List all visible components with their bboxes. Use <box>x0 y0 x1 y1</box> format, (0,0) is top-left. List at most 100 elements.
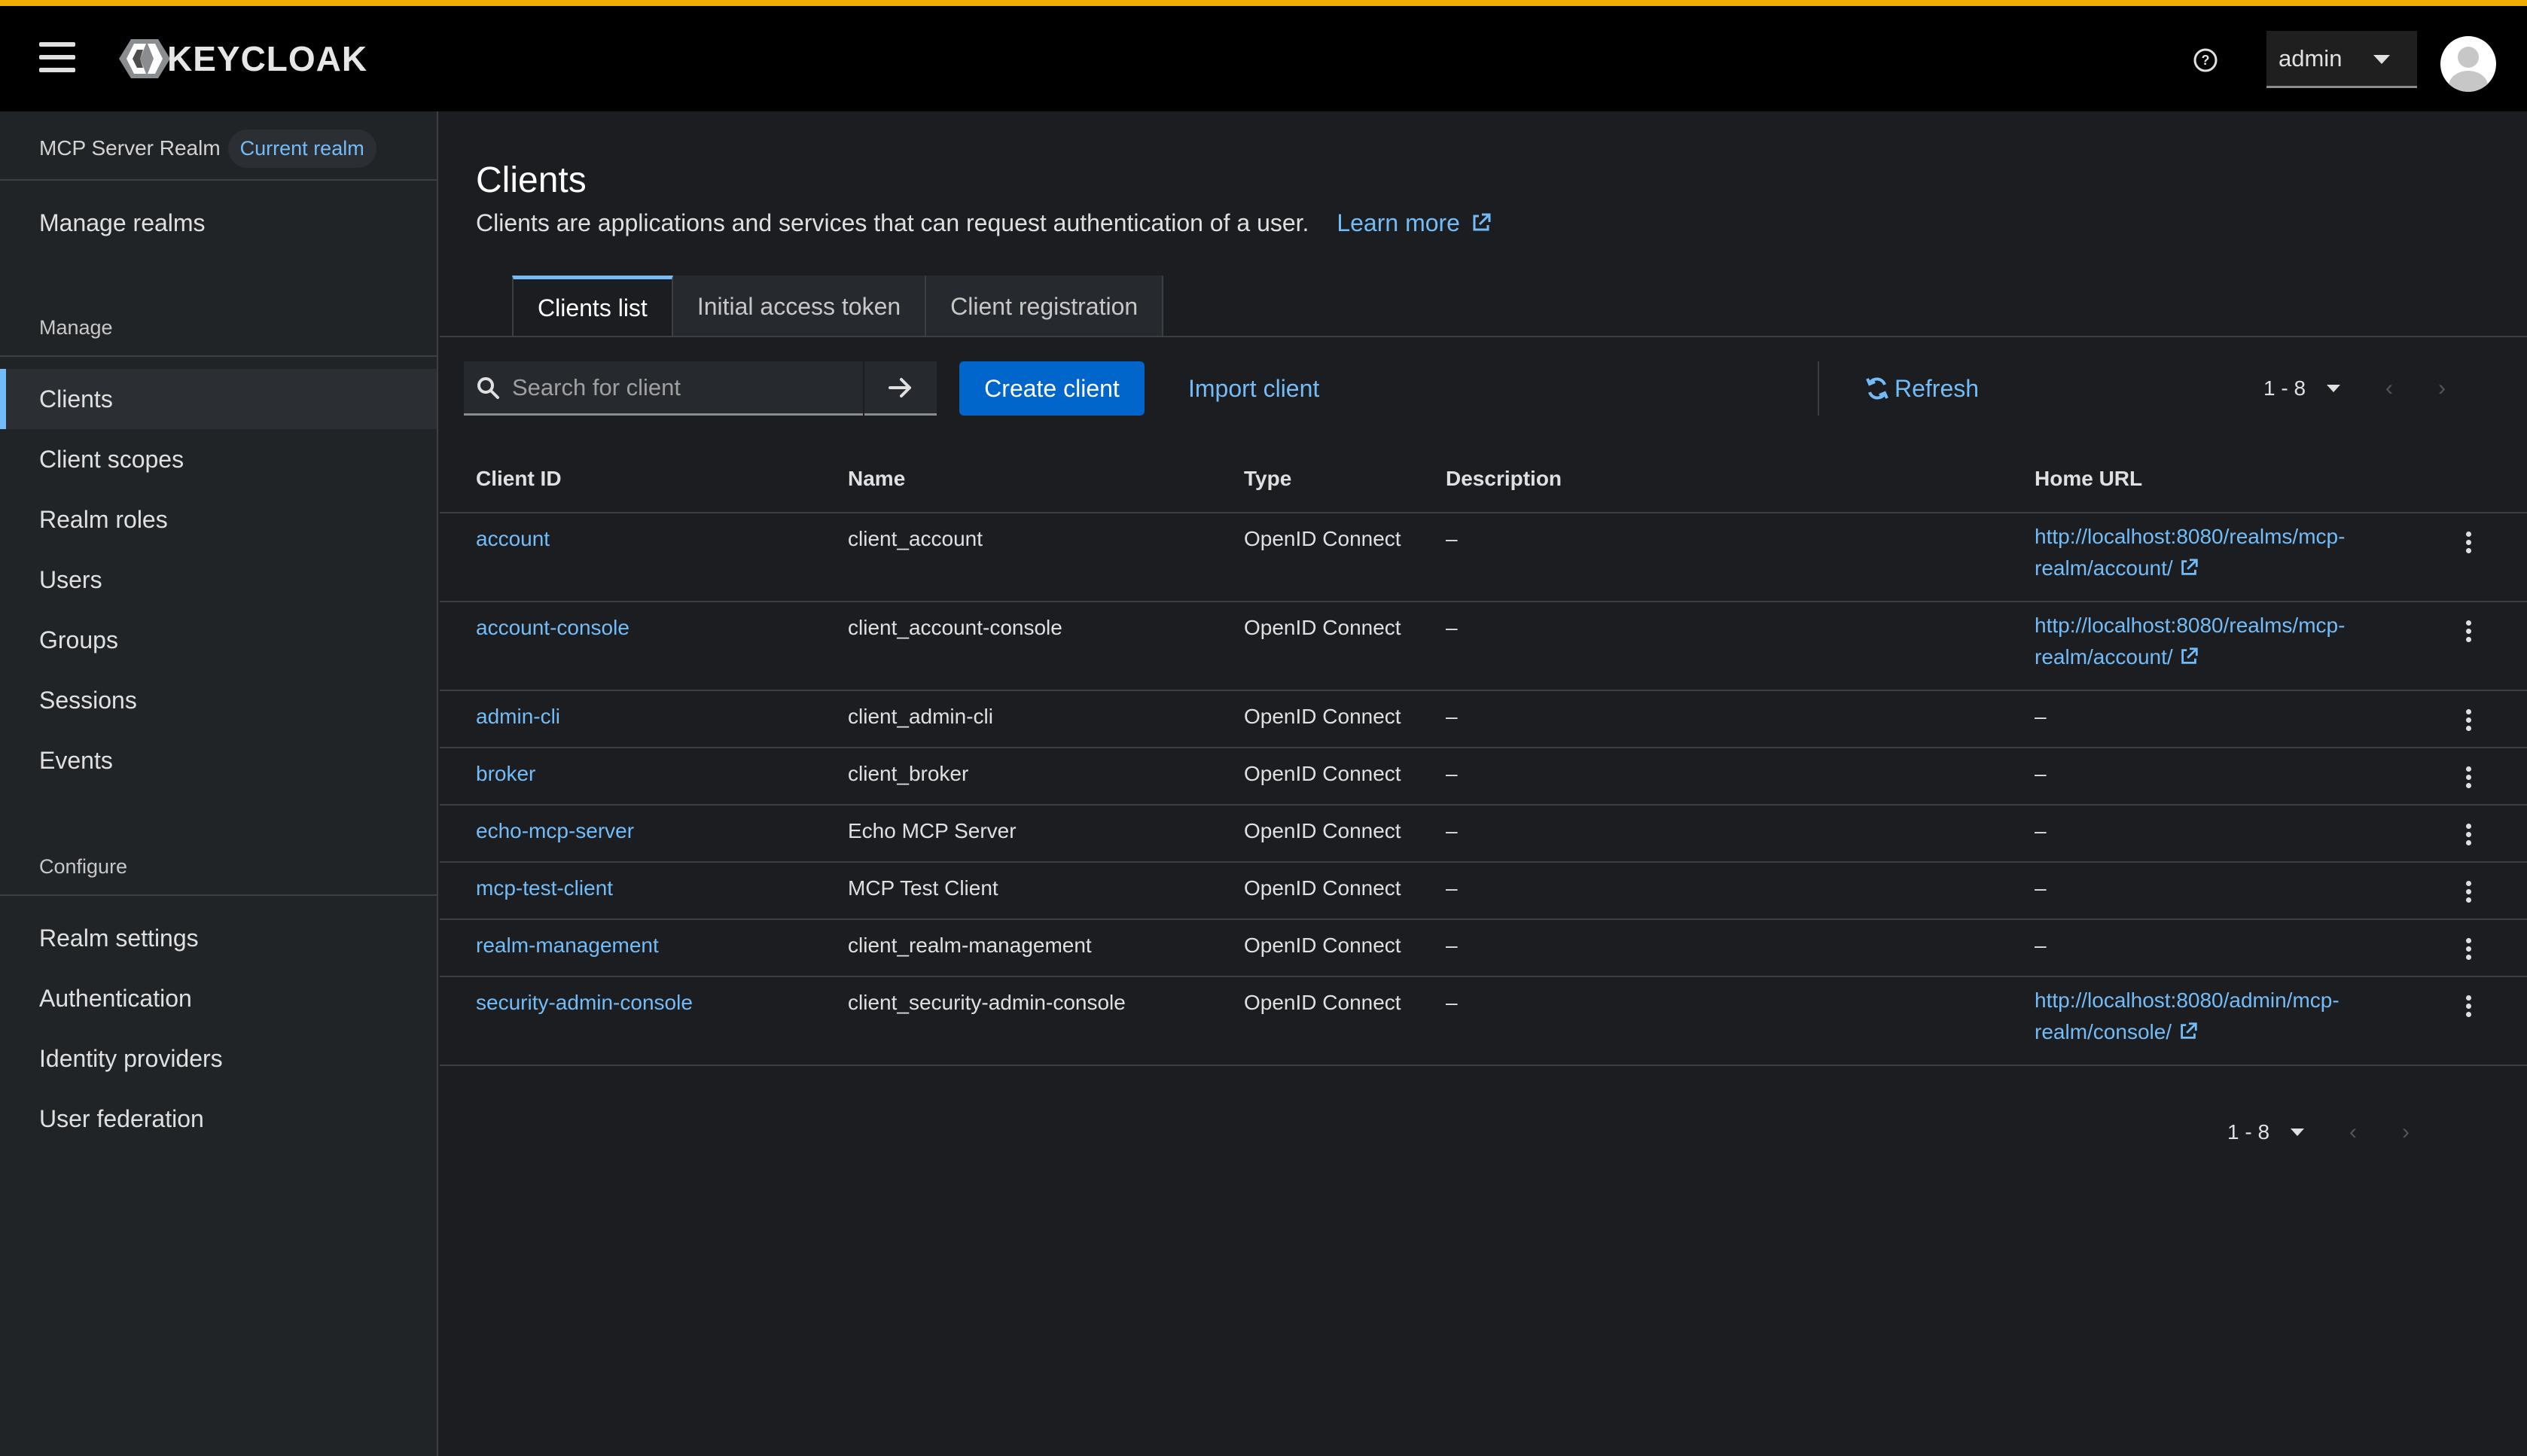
kebab-icon[interactable] <box>2453 991 2483 1021</box>
sidebar-item-identity-providers[interactable]: Identity providers <box>0 1028 437 1089</box>
home-url-empty: – <box>2035 934 2047 957</box>
client-name: Echo MCP Server <box>848 819 1017 842</box>
page-title: Clients <box>476 160 587 200</box>
table-row: account client_account OpenID Connect – … <box>440 513 2527 602</box>
avatar-icon <box>2449 47 2488 92</box>
keycloak-logo <box>119 39 170 78</box>
table-row: echo-mcp-server Echo MCP Server OpenID C… <box>440 806 2527 863</box>
sidebar-item-clients[interactable]: Clients <box>0 369 437 429</box>
client-id-link[interactable]: account-console <box>476 616 629 640</box>
divider <box>0 894 437 896</box>
pagination-dropdown-icon[interactable] <box>2327 385 2341 392</box>
caret-down-icon <box>2373 55 2390 64</box>
client-id-link[interactable]: mcp-test-client <box>476 876 613 900</box>
client-description: – <box>1446 876 1458 900</box>
user-menu-dropdown[interactable]: admin <box>2266 31 2417 88</box>
brand-logo[interactable]: KEYCLOAK <box>117 36 367 81</box>
page-description: Clients are applications and services th… <box>476 209 1492 237</box>
client-type: OpenID Connect <box>1244 876 1401 900</box>
pagination-bottom: 1 - 8 ‹ › <box>2227 1110 2410 1155</box>
brand-text: KEYCLOAK <box>167 39 368 78</box>
column-name[interactable]: Name <box>848 467 905 491</box>
kebab-icon[interactable] <box>2453 934 2483 964</box>
client-id-link[interactable]: echo-mcp-server <box>476 819 634 843</box>
column-client-id[interactable]: Client ID <box>476 467 562 491</box>
sidebar-item-user-federation[interactable]: User federation <box>0 1089 437 1149</box>
divider <box>0 355 437 357</box>
home-url-link[interactable]: http://localhost:8080/admin/mcp- realm/c… <box>2035 985 2411 1048</box>
kebab-icon[interactable] <box>2453 705 2483 735</box>
home-url-empty: – <box>2035 762 2047 785</box>
client-id-link[interactable]: realm-management <box>476 934 659 958</box>
table-row: broker client_broker OpenID Connect – – <box>440 748 2527 806</box>
table-row: admin-cli client_admin-cli OpenID Connec… <box>440 691 2527 748</box>
client-description: – <box>1446 762 1458 785</box>
tab-initial-access-token[interactable]: Initial access token <box>672 276 927 337</box>
search-input[interactable] <box>511 373 845 402</box>
client-id-link[interactable]: admin-cli <box>476 705 560 729</box>
help-icon[interactable]: ? <box>2193 47 2218 73</box>
import-client-button[interactable]: Import client <box>1188 361 1319 416</box>
refresh-button[interactable]: Refresh <box>1864 361 1979 416</box>
description-text: Clients are applications and services th… <box>476 209 1309 236</box>
kebab-icon[interactable] <box>2453 762 2483 792</box>
sidebar-item-realm-settings[interactable]: Realm settings <box>0 908 437 968</box>
pagination-dropdown-icon[interactable] <box>2291 1129 2305 1136</box>
chevron-right-icon[interactable]: › <box>2402 1119 2410 1145</box>
sidebar-item-manage-realms[interactable]: Manage realms <box>0 193 437 253</box>
sidebar-item-sessions[interactable]: Sessions <box>0 670 437 730</box>
home-url-link[interactable]: http://localhost:8080/realms/mcp- realm/… <box>2035 521 2411 584</box>
client-name: MCP Test Client <box>848 876 998 900</box>
client-description: – <box>1446 934 1458 957</box>
client-description: – <box>1446 819 1458 842</box>
sidebar: MCP Server Realm Current realm Manage re… <box>0 111 438 1456</box>
sidebar-item-client-scopes[interactable]: Client scopes <box>0 429 437 489</box>
learn-more-link[interactable]: Learn more <box>1337 209 1492 236</box>
configure-heading: Configure <box>39 855 128 878</box>
hamburger-icon[interactable] <box>39 42 75 75</box>
sidebar-item-users[interactable]: Users <box>0 550 437 610</box>
manage-heading: Manage <box>39 316 113 339</box>
current-realm-badge: Current realm <box>227 129 376 168</box>
client-description: – <box>1446 991 1458 1014</box>
pagination-range: 1 - 8 <box>2263 376 2306 400</box>
realm-selector[interactable]: MCP Server Realm Current realm <box>39 126 376 170</box>
svg-text:?: ? <box>2202 53 2210 68</box>
avatar[interactable] <box>2440 36 2496 92</box>
sidebar-item-events[interactable]: Events <box>0 730 437 790</box>
column-home-url[interactable]: Home URL <box>2035 467 2142 491</box>
tabs-divider <box>440 336 2527 337</box>
kebab-icon[interactable] <box>2453 527 2483 557</box>
client-id-link[interactable]: broker <box>476 762 535 786</box>
create-client-button[interactable]: Create client <box>959 361 1145 416</box>
client-type: OpenID Connect <box>1244 934 1401 957</box>
client-id-link[interactable]: security-admin-console <box>476 991 693 1015</box>
sidebar-item-groups[interactable]: Groups <box>0 610 437 670</box>
sidebar-item-realm-roles[interactable]: Realm roles <box>0 489 437 550</box>
client-name: client_account-console <box>848 616 1062 639</box>
search-submit-button[interactable] <box>864 361 937 416</box>
sidebar-item-authentication[interactable]: Authentication <box>0 968 437 1028</box>
column-type[interactable]: Type <box>1244 467 1291 491</box>
kebab-icon[interactable] <box>2453 876 2483 906</box>
client-type: OpenID Connect <box>1244 527 1401 550</box>
tab-client-registration[interactable]: Client registration <box>926 276 1164 337</box>
client-description: – <box>1446 705 1458 728</box>
home-url-link[interactable]: http://localhost:8080/realms/mcp- realm/… <box>2035 610 2411 673</box>
home-url-line-2: realm/console/ <box>2035 1020 2172 1043</box>
kebab-icon[interactable] <box>2453 819 2483 849</box>
client-id-link[interactable]: account <box>476 527 550 551</box>
client-name: client_realm-management <box>848 934 1092 957</box>
top-accent-bar <box>0 0 2527 6</box>
user-name: admin <box>2279 44 2343 72</box>
client-type: OpenID Connect <box>1244 991 1401 1014</box>
chevron-right-icon[interactable]: › <box>2438 376 2446 401</box>
external-link-icon <box>2181 559 2199 575</box>
kebab-icon[interactable] <box>2453 616 2483 646</box>
chevron-left-icon[interactable]: ‹ <box>2385 376 2393 401</box>
tab-clients-list[interactable]: Clients list <box>512 276 673 337</box>
external-link-icon <box>1473 213 1491 231</box>
column-description[interactable]: Description <box>1446 467 1562 491</box>
realm-name: MCP Server Realm <box>39 136 221 160</box>
chevron-left-icon[interactable]: ‹ <box>2349 1119 2357 1145</box>
